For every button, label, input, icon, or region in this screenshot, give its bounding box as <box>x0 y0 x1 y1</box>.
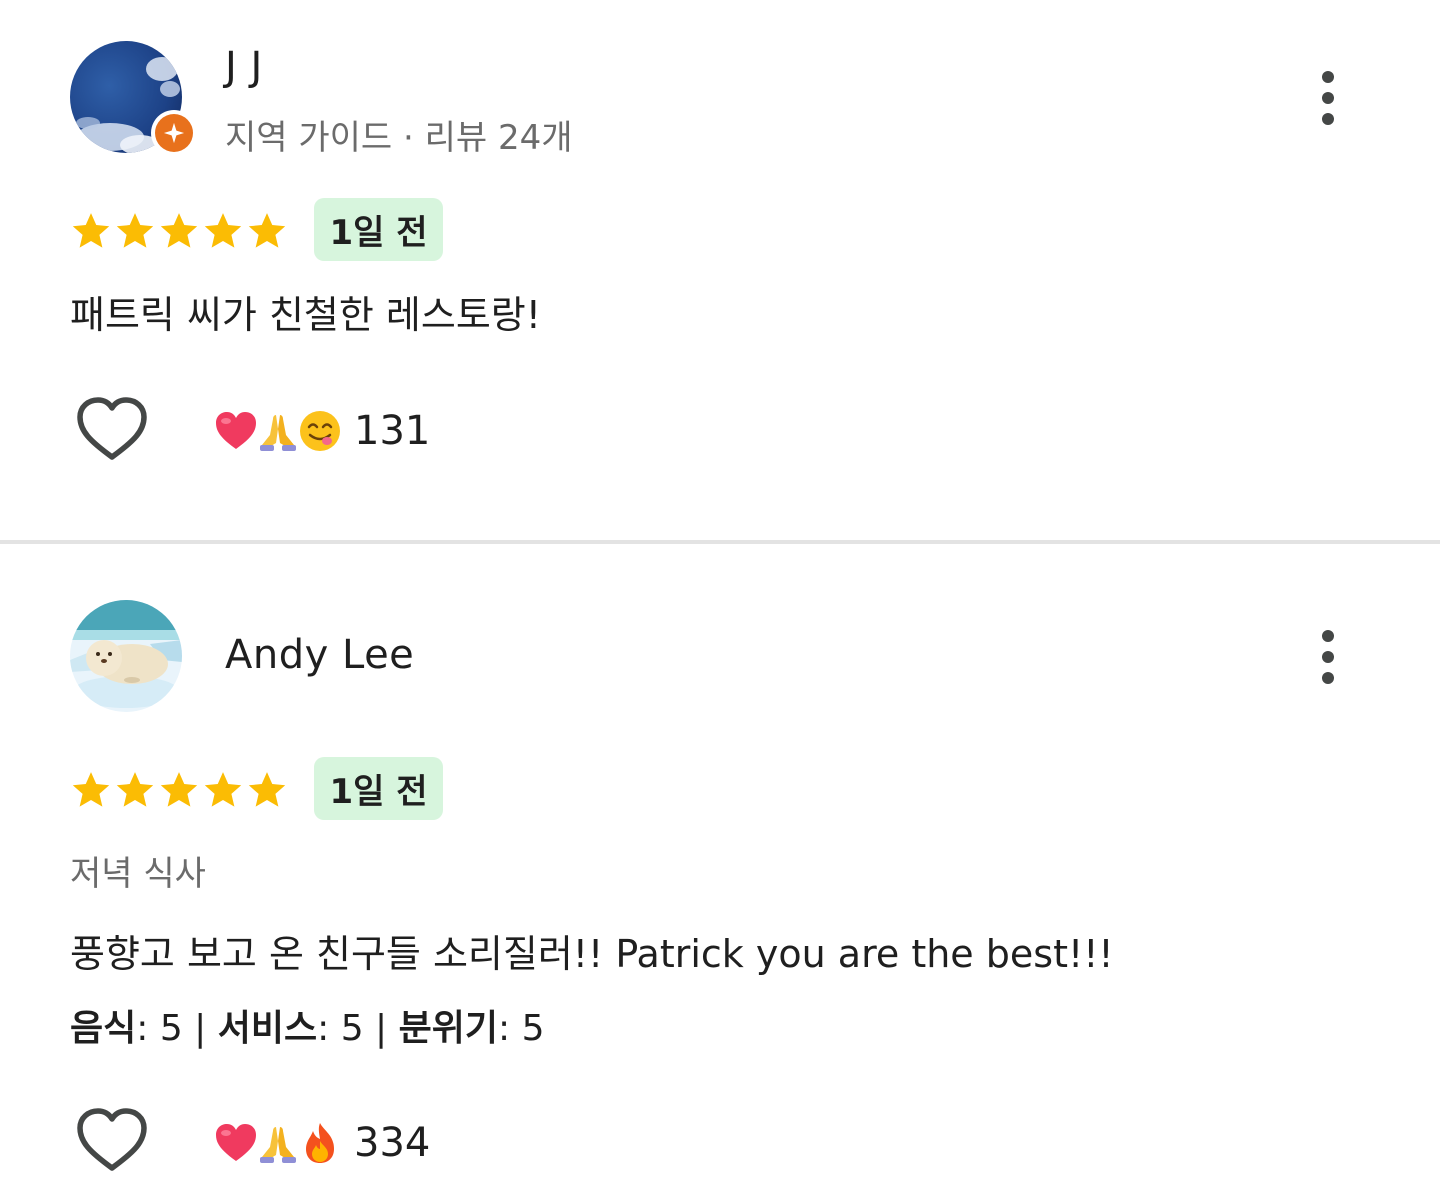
more-options-button[interactable] <box>1304 625 1352 689</box>
heart-outline-icon <box>77 397 147 460</box>
like-button[interactable] <box>76 1108 148 1174</box>
heart-emoji-icon <box>216 1124 256 1161</box>
reaction-count: 334 <box>354 1120 431 1166</box>
review-time-badge: 1일 전 <box>314 757 443 820</box>
star-icon <box>248 213 286 248</box>
reactions[interactable]: 131 <box>214 408 430 454</box>
yum-face-emoji-icon <box>300 411 340 451</box>
sub-rating-label: 서비스 <box>217 1008 318 1049</box>
author-name[interactable]: Andy Lee <box>225 632 414 678</box>
star-icon <box>160 213 198 248</box>
folded-hands-emoji-icon <box>260 415 296 451</box>
heart-outline-icon <box>77 1108 147 1171</box>
sub-rating-value: : 5 <box>498 1008 545 1049</box>
reaction-count: 131 <box>354 408 431 454</box>
heart-emoji-icon <box>216 412 256 449</box>
review-time-badge: 1일 전 <box>314 198 443 261</box>
star-rating <box>70 210 288 252</box>
star-icon <box>72 213 110 248</box>
author-name[interactable]: J J <box>225 44 263 90</box>
reactions[interactable]: 334 <box>214 1120 430 1166</box>
avatar[interactable] <box>70 600 182 712</box>
review-text: 패트릭 씨가 친철한 레스토랑! <box>70 293 541 337</box>
star-icon <box>72 772 110 807</box>
folded-hands-emoji-icon <box>260 1127 296 1163</box>
like-button[interactable] <box>76 397 148 463</box>
sub-rating-value: : 5 | <box>136 1008 218 1049</box>
star-icon <box>116 772 154 807</box>
star-icon <box>204 213 242 248</box>
sub-rating-label: 음식 <box>70 1008 137 1049</box>
meal-type: 저녁 식사 <box>70 854 206 894</box>
review-card: Andy Lee 1일 전 저녁 식사 풍향고 보고 온 친구들 소리질러!! … <box>0 544 1440 1187</box>
more-options-button[interactable] <box>1304 66 1352 130</box>
star-icon <box>116 213 154 248</box>
star-rating <box>70 769 288 811</box>
review-text: 풍향고 보고 온 친구들 소리질러!! Patrick you are the … <box>70 932 1114 976</box>
sub-rating-label: 분위기 <box>398 1008 498 1049</box>
sub-rating-value: : 5 | <box>317 1008 399 1049</box>
sub-ratings: 음식: 5 | 서비스: 5 | 분위기: 5 <box>70 999 544 1051</box>
star-icon <box>248 772 286 807</box>
author-meta: 지역 가이드 · 리뷰 24개 <box>225 118 573 158</box>
star-icon <box>160 772 198 807</box>
local-guide-badge-icon <box>151 110 197 156</box>
fire-emoji-icon <box>306 1123 334 1163</box>
star-icon <box>204 772 242 807</box>
review-card: J J 지역 가이드 · 리뷰 24개 1일 전 패트릭 씨가 친철한 레스토랑… <box>0 0 1440 540</box>
